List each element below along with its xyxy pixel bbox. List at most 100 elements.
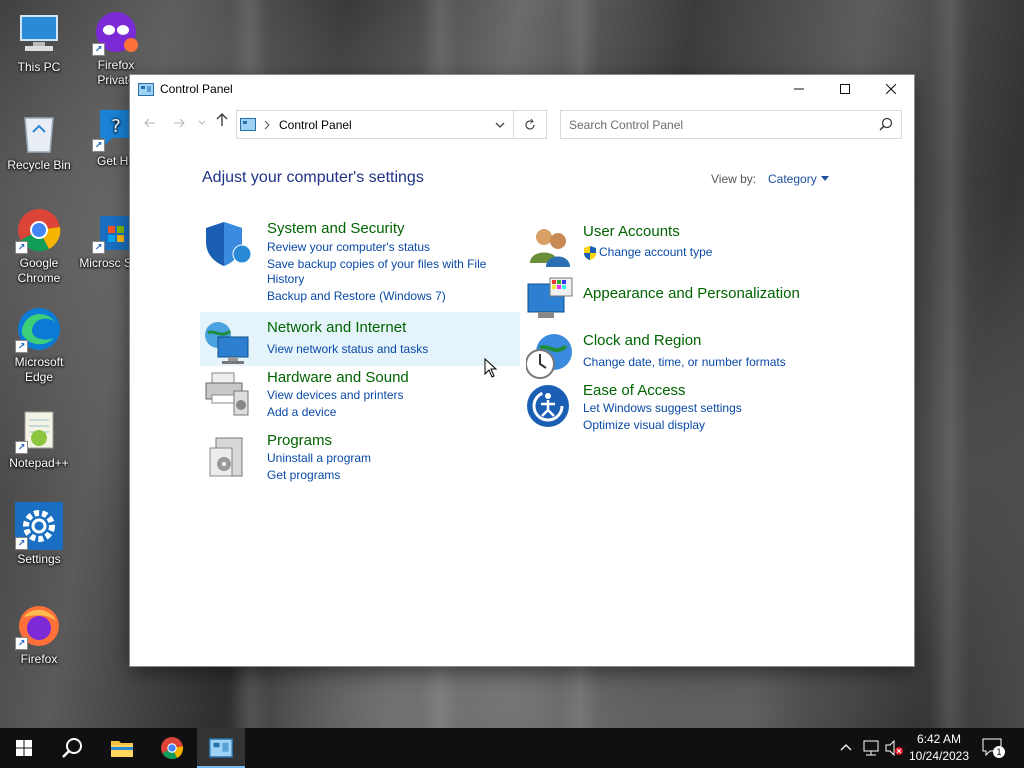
user-accounts-icon[interactable] xyxy=(526,223,574,271)
category-hardware-and-sound: Hardware and Sound View devices and prin… xyxy=(204,369,524,419)
category-user-accounts: User Accounts Change account type xyxy=(526,223,826,267)
search-icon xyxy=(62,738,82,758)
minimize-icon xyxy=(794,88,804,90)
close-button[interactable] xyxy=(868,75,914,103)
windows-suggest-settings-link[interactable]: Let Windows suggest settings xyxy=(583,401,742,415)
user-accounts-link[interactable]: User Accounts xyxy=(583,223,680,240)
recent-locations-button[interactable] xyxy=(198,115,206,131)
uninstall-program-link[interactable]: Uninstall a program xyxy=(267,451,371,465)
minimize-button[interactable] xyxy=(776,75,822,103)
file-history-link[interactable]: Save backup copies of your files with Fi… xyxy=(267,257,486,271)
system-clock[interactable]: 6:42 AM 10/24/2023 xyxy=(900,731,978,765)
clock-globe-icon[interactable] xyxy=(526,332,574,380)
arrow-right-icon xyxy=(174,118,185,128)
chrome-taskbar-button[interactable] xyxy=(148,728,196,768)
refresh-icon xyxy=(525,118,535,130)
computer-icon xyxy=(15,10,63,58)
optimize-visual-display-link[interactable]: Optimize visual display xyxy=(583,418,705,432)
view-network-status-link[interactable]: View network status and tasks xyxy=(267,342,428,356)
taskbar: 6:42 AM 10/24/2023 1 xyxy=(0,728,1024,768)
backup-restore-link[interactable]: Backup and Restore (Windows 7) xyxy=(267,289,446,303)
programs-icon[interactable] xyxy=(204,432,252,480)
system-and-security-link[interactable]: System and Security xyxy=(267,220,405,237)
page-heading: Adjust your computer's settings xyxy=(202,169,424,186)
desktop-icon-label: Notepad++ xyxy=(9,456,69,470)
notification-count-badge: 1 xyxy=(993,746,1005,758)
ease-of-access-link[interactable]: Ease of Access xyxy=(583,382,686,399)
shortcut-arrow-icon: ↗ xyxy=(15,441,28,454)
title-bar[interactable]: Control Panel xyxy=(130,75,914,103)
file-explorer-button[interactable] xyxy=(98,728,146,768)
view-by-dropdown[interactable]: Category xyxy=(768,172,817,186)
category-system-and-security: System and Security Review your computer… xyxy=(204,220,524,310)
ease-of-access-icon[interactable] xyxy=(526,382,574,430)
windows-logo-icon xyxy=(16,740,32,756)
shortcut-arrow-icon: ↗ xyxy=(92,241,105,254)
shortcut-arrow-icon: ↗ xyxy=(15,241,28,254)
notepad-plus-plus-icon: ↗ xyxy=(15,406,63,454)
desktop-icon-label: Settings xyxy=(17,552,61,566)
programs-link[interactable]: Programs xyxy=(267,432,332,449)
desktop-icon-settings[interactable]: ↗ Settings xyxy=(1,502,77,567)
review-status-link[interactable]: Review your computer's status xyxy=(267,240,430,254)
category-programs: Programs Uninstall a program Get program… xyxy=(204,432,524,482)
action-center-button[interactable]: 1 xyxy=(982,738,1005,758)
shortcut-arrow-icon: ↗ xyxy=(92,139,105,152)
desktop-icon-notepad-plus-plus[interactable]: ↗ Notepad++ xyxy=(1,406,77,471)
chevron-down-icon xyxy=(198,120,206,125)
caret-down-icon[interactable] xyxy=(821,176,829,181)
add-device-link[interactable]: Add a device xyxy=(267,405,336,419)
network-and-internet-link[interactable]: Network and Internet xyxy=(267,319,406,336)
appearance-link[interactable]: Appearance and Personalization xyxy=(583,285,800,302)
desktop-icon-label: Firefox xyxy=(20,652,58,666)
firefox-private-icon: ↗ xyxy=(92,8,140,56)
desktop-icon-this-pc[interactable]: This PC xyxy=(1,10,77,75)
desktop-icon-google-chrome[interactable]: ↗ Google Chrome xyxy=(1,206,77,286)
appearance-icon[interactable] xyxy=(526,276,574,324)
maximize-button[interactable] xyxy=(822,75,868,103)
edge-icon: ↗ xyxy=(15,305,63,353)
start-button[interactable] xyxy=(0,728,48,768)
printer-icon[interactable] xyxy=(204,369,252,417)
refresh-button[interactable] xyxy=(514,110,547,139)
mouse-cursor-icon xyxy=(484,358,498,378)
desktop-icon-label: Recycle Bin xyxy=(7,158,71,172)
chrome-icon: ↗ xyxy=(15,206,63,254)
search-placeholder: Search Control Panel xyxy=(569,117,684,132)
desktop-icon-label: This PC xyxy=(17,60,61,74)
control-panel-window: Control Panel Control Panel Search Contr… xyxy=(130,75,914,666)
maximize-icon xyxy=(840,84,850,94)
up-button[interactable] xyxy=(216,113,228,130)
network-globe-icon[interactable] xyxy=(204,319,252,367)
get-programs-link[interactable]: Get programs xyxy=(267,468,340,482)
view-devices-link[interactable]: View devices and printers xyxy=(267,388,404,402)
change-date-time-link[interactable]: Change date, time, or number formats xyxy=(583,355,786,369)
folder-icon xyxy=(111,741,133,757)
desktop-icon-recycle-bin[interactable]: Recycle Bin xyxy=(1,108,77,173)
desktop-icon-firefox[interactable]: ↗ Firefox xyxy=(1,602,77,667)
chevron-right-icon xyxy=(264,120,270,129)
clock-time: 6:42 AM xyxy=(916,732,962,746)
category-appearance: Appearance and Personalization xyxy=(526,276,826,324)
desktop-icon-label: Google Chrome xyxy=(17,256,61,285)
address-bar[interactable]: Control Panel xyxy=(236,110,514,139)
shortcut-arrow-icon: ↗ xyxy=(15,637,28,650)
change-account-type-link[interactable]: Change account type xyxy=(599,245,712,259)
category-clock-and-region: Clock and Region Change date, time, or n… xyxy=(526,332,826,380)
clock-and-region-link[interactable]: Clock and Region xyxy=(583,332,701,349)
shield-icon[interactable] xyxy=(204,220,252,268)
category-network-and-internet: Network and Internet View network status… xyxy=(204,319,524,367)
search-button[interactable] xyxy=(48,728,96,768)
forward-button[interactable] xyxy=(173,115,185,131)
hardware-and-sound-link[interactable]: Hardware and Sound xyxy=(267,369,409,386)
file-history-link-cont[interactable]: History xyxy=(267,272,304,286)
chrome-icon xyxy=(161,737,184,760)
desktop-icon-microsoft-edge[interactable]: ↗ Microsoft Edge xyxy=(1,305,77,385)
chevron-up-icon[interactable] xyxy=(840,742,852,752)
network-icon[interactable] xyxy=(862,740,880,756)
control-panel-taskbar-button[interactable] xyxy=(197,728,245,768)
chevron-down-icon[interactable] xyxy=(495,121,505,129)
back-button[interactable] xyxy=(144,115,156,131)
search-input[interactable]: Search Control Panel xyxy=(560,110,902,139)
control-panel-icon xyxy=(240,118,256,131)
